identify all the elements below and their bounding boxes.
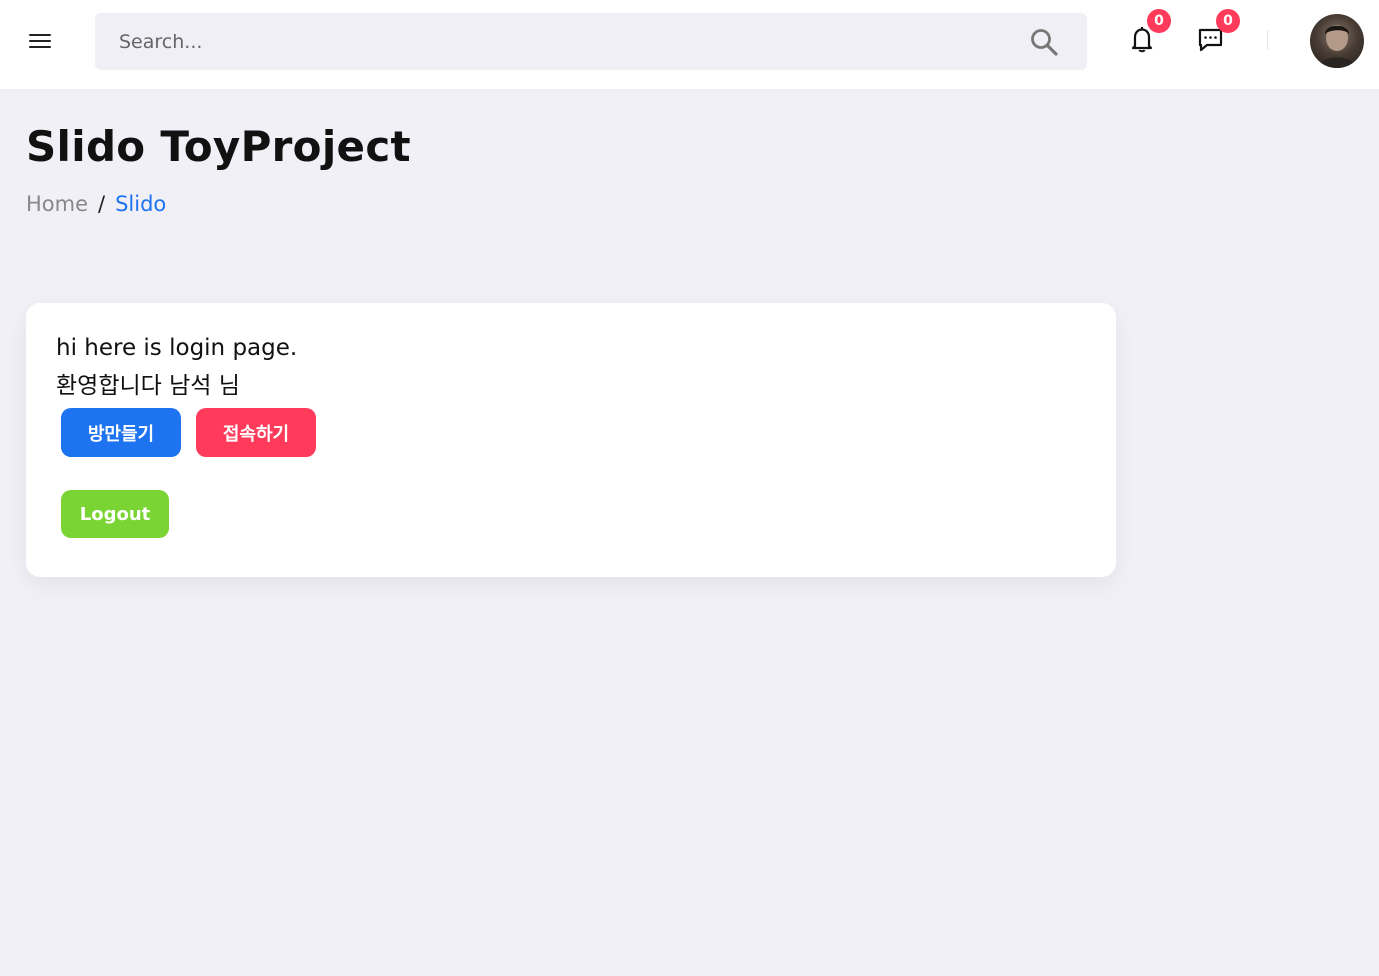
breadcrumb-home-link[interactable]: Home — [26, 192, 88, 216]
hamburger-menu-icon[interactable] — [24, 28, 56, 54]
breadcrumb-current-link[interactable]: Slido — [115, 192, 166, 216]
header-divider — [1267, 30, 1268, 50]
join-room-button[interactable]: 접속하기 — [196, 408, 316, 457]
breadcrumb: Home / Slido — [26, 192, 166, 216]
avatar[interactable] — [1310, 14, 1364, 68]
page-title: Slido ToyProject — [26, 122, 411, 171]
top-header: 0 0 — [0, 0, 1379, 89]
notification-count-badge: 0 — [1147, 9, 1171, 33]
search-bar — [95, 13, 1087, 70]
breadcrumb-separator: / — [98, 192, 106, 216]
search-input[interactable] — [95, 13, 1015, 70]
create-room-button[interactable]: 방만들기 — [61, 408, 181, 457]
message-count-badge: 0 — [1216, 9, 1240, 33]
login-card: hi here is login page. 환영합니다 남석 님 방만들기 접… — [26, 303, 1116, 577]
user-photo-icon — [1318, 25, 1356, 68]
login-message: hi here is login page. — [56, 335, 298, 361]
welcome-message: 환영합니다 남석 님 — [56, 373, 240, 399]
search-icon[interactable] — [1029, 27, 1059, 57]
logout-button[interactable]: Logout — [61, 490, 169, 538]
